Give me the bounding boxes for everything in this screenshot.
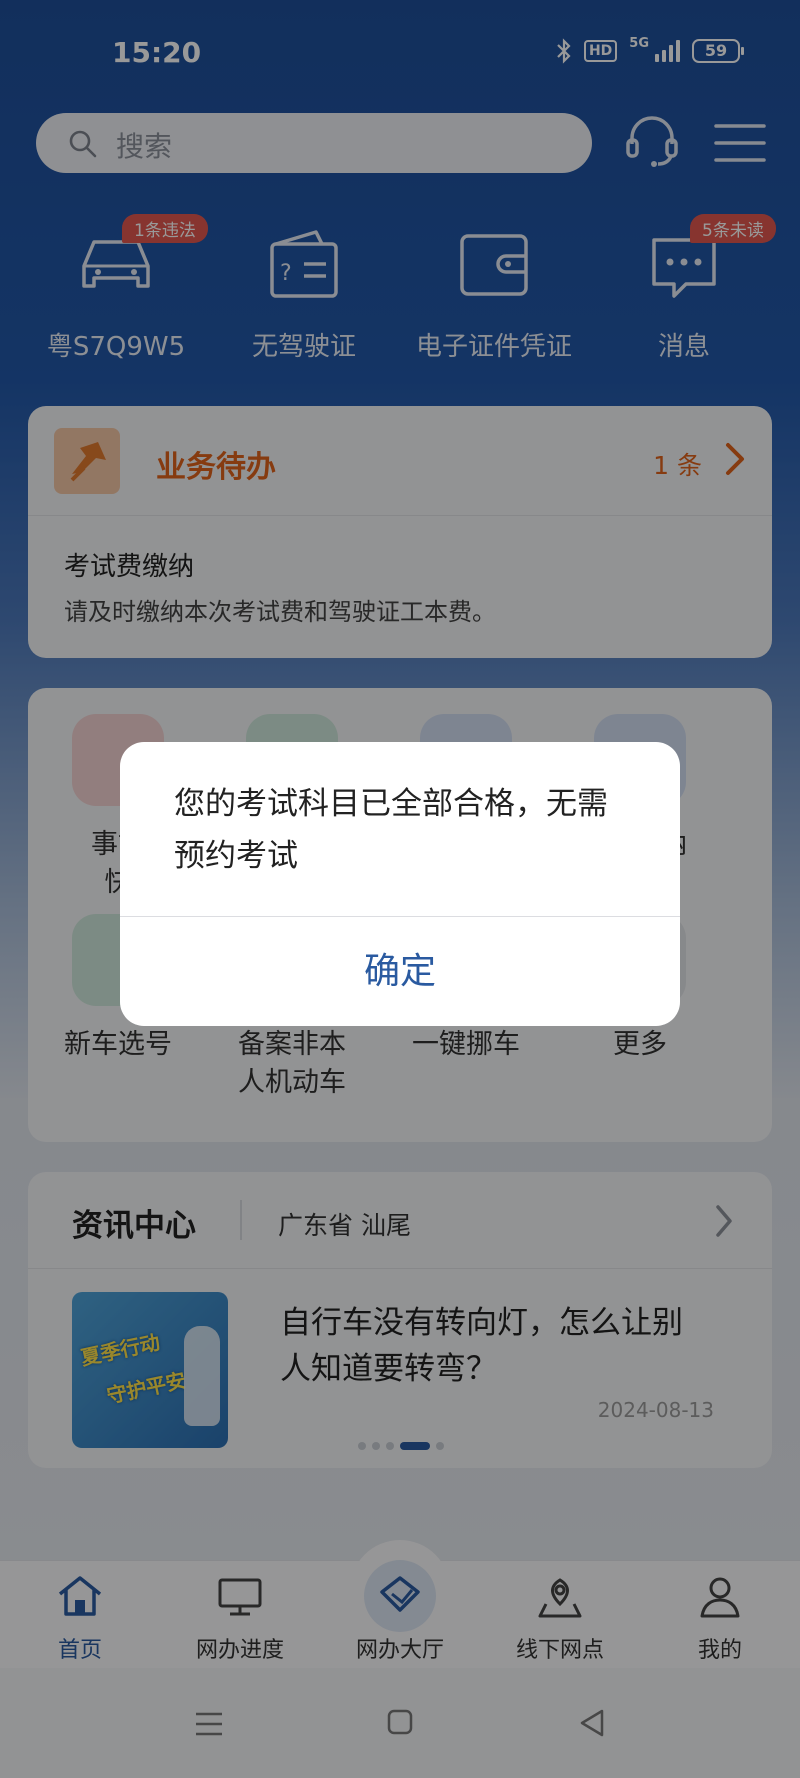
home-screen: 15:20 HD 5G 59 搜索 1条违法 粤S7Q9W5 ? 无驾驶证 电子… — [0, 0, 800, 1778]
alert-dialog: 您的考试科目已全部合格，无需预约考试 确定 — [120, 742, 680, 1026]
dialog-message: 您的考试科目已全部合格，无需预约考试 — [174, 786, 608, 874]
confirm-button[interactable]: 确定 — [120, 917, 680, 1026]
